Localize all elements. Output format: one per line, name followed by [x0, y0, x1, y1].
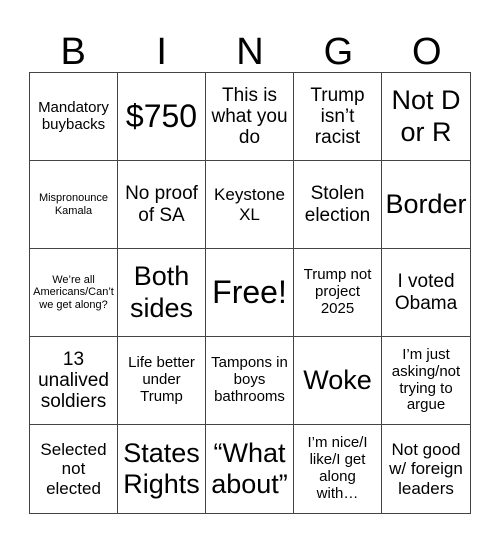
header-letter-n: N	[236, 31, 264, 73]
free-space-cell[interactable]: Free!	[206, 249, 294, 337]
bingo-cell[interactable]: Mispronounce Kamala	[30, 161, 118, 249]
bingo-cell[interactable]: Border	[382, 161, 470, 249]
bingo-cell[interactable]: 13 unalived soldiers	[30, 337, 118, 425]
bingo-cell[interactable]: We’re all Americans/Can’t we get along?	[30, 249, 118, 337]
header-letter-b: B	[60, 31, 86, 73]
bingo-cell[interactable]: Selected not elected	[30, 425, 118, 513]
bingo-cell[interactable]: “What about”	[206, 425, 294, 513]
bingo-cell[interactable]: Mandatory buybacks	[30, 73, 118, 161]
bingo-cell[interactable]: Trump not project 2025	[294, 249, 382, 337]
bingo-cell[interactable]: Trump isn’t racist	[294, 73, 382, 161]
bingo-cell[interactable]: Life better under Trump	[118, 337, 206, 425]
bingo-cell[interactable]: Stolen election	[294, 161, 382, 249]
bingo-cell[interactable]: Keystone XL	[206, 161, 294, 249]
bingo-cell[interactable]: I’m nice/I like/I get along with…	[294, 425, 382, 513]
header-letter-i: I	[156, 31, 167, 73]
header-letter-g: G	[323, 31, 354, 73]
bingo-header: B I N G O	[29, 30, 471, 72]
bingo-cell[interactable]: Tampons in boys bathrooms	[206, 337, 294, 425]
bingo-cell[interactable]: Both sides	[118, 249, 206, 337]
bingo-cell[interactable]: $750	[118, 73, 206, 161]
bingo-cell[interactable]: I voted Obama	[382, 249, 470, 337]
bingo-cell[interactable]: This is what you do	[206, 73, 294, 161]
bingo-cell[interactable]: I’m just asking/not trying to argue	[382, 337, 470, 425]
header-letter-o: O	[412, 31, 442, 73]
bingo-cell[interactable]: Woke	[294, 337, 382, 425]
bingo-grid: Mandatory buybacks $750 This is what you…	[29, 72, 471, 514]
bingo-cell[interactable]: No proof of SA	[118, 161, 206, 249]
bingo-cell[interactable]: Not D or R	[382, 73, 470, 161]
bingo-cell[interactable]: States Rights	[118, 425, 206, 513]
bingo-cell[interactable]: Not good w/ foreign leaders	[382, 425, 470, 513]
